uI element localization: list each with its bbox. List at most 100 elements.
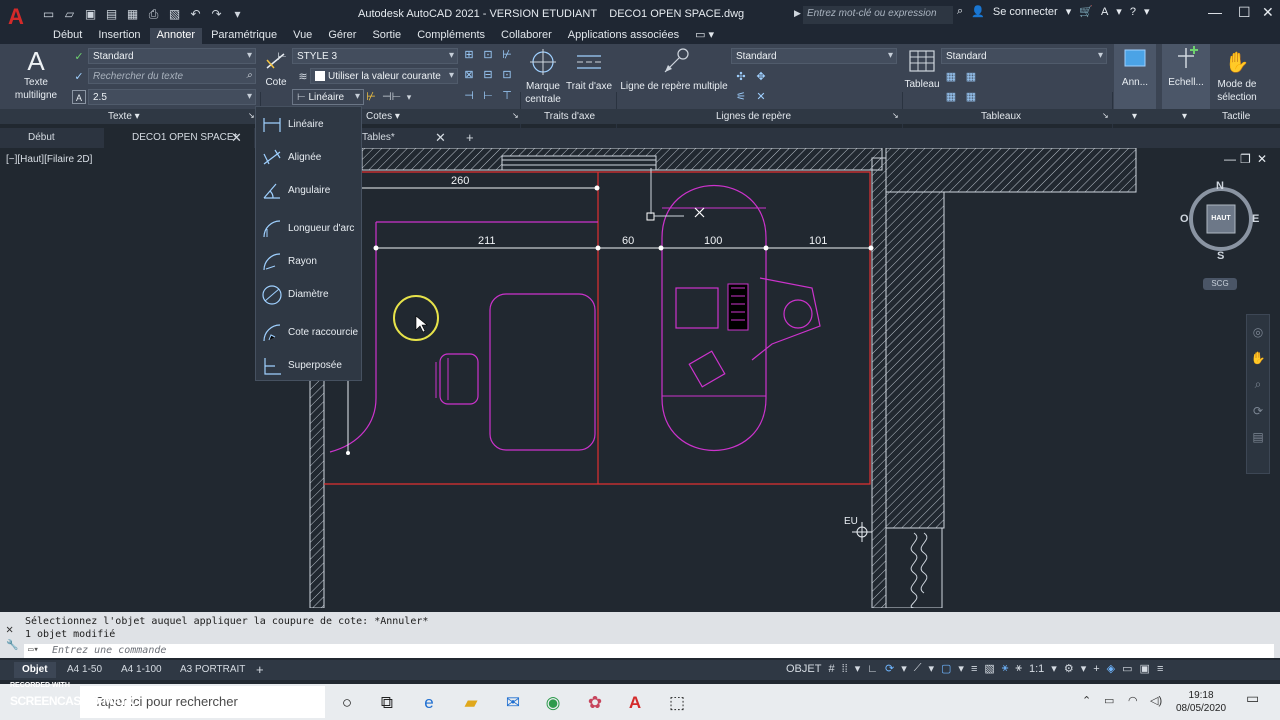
chevron-down-icon[interactable]: ▾: [1144, 5, 1150, 18]
steering-wheel-icon[interactable]: ◎: [1247, 325, 1269, 339]
dim-tool-9-icon[interactable]: ⊤: [500, 89, 514, 103]
panel-launcher-icon[interactable]: ↘: [1102, 111, 1109, 120]
new-file-icon[interactable]: ▭: [40, 6, 57, 23]
collect-leader-icon[interactable]: ✕: [754, 90, 768, 104]
navigation-bar[interactable]: ◎ ✋ ⌕ ⟳ ▤: [1246, 314, 1270, 474]
align-leader-icon[interactable]: ⚟: [734, 90, 748, 104]
panel-cotes[interactable]: Cotes ▾: [366, 111, 400, 122]
linear-dimension-split-button[interactable]: ⊢ Linéaire ▾: [292, 89, 364, 105]
chevron-down-icon[interactable]: ▾: [1051, 662, 1057, 675]
drawing-canvas[interactable]: [−][Haut][Filaire 2D] — ❐ ✕ 260 211 60 1…: [0, 148, 1280, 608]
notifications-icon[interactable]: ▭: [1246, 690, 1259, 707]
panel-launcher-icon[interactable]: ↘: [248, 111, 255, 120]
dimension-101[interactable]: 101: [809, 235, 827, 247]
tray-chevron-icon[interactable]: ⌃: [1082, 694, 1091, 707]
polar-icon[interactable]: ⟳: [885, 662, 894, 675]
ortho-icon[interactable]: ∟: [867, 663, 878, 675]
task-view-icon[interactable]: ⧉: [376, 692, 398, 714]
tab-applications-associees[interactable]: Applications associées: [561, 28, 686, 44]
menu-item-rayon[interactable]: Rayon: [256, 248, 363, 276]
isolate-icon[interactable]: ◈: [1107, 662, 1115, 675]
auto-scale-icon[interactable]: ⚹: [1015, 662, 1022, 675]
compass-east[interactable]: E: [1252, 213, 1259, 225]
search-icon[interactable]: ⌕: [957, 5, 963, 18]
ribbon-toggle-icon[interactable]: ▭ ▾: [688, 28, 721, 44]
minimize-icon[interactable]: —: [1208, 4, 1222, 20]
cortana-icon[interactable]: ○: [336, 692, 358, 714]
grid-icon[interactable]: #: [828, 663, 834, 675]
multiline-text-button[interactable]: A Texte multiligne: [10, 46, 62, 102]
chevron-down-icon[interactable]: ▾: [855, 662, 861, 675]
tab-model[interactable]: Objet: [14, 662, 56, 678]
table-button[interactable]: Tableau: [903, 48, 941, 91]
cart-icon[interactable]: 🛒: [1079, 5, 1093, 18]
chevron-down-icon[interactable]: ▾: [958, 662, 964, 675]
network-icon[interactable]: ▭: [1104, 694, 1114, 707]
open-file-icon[interactable]: ▱: [61, 6, 78, 23]
tab-gerer[interactable]: Gérer: [321, 28, 363, 44]
redo-icon[interactable]: ↷: [208, 6, 225, 23]
tab-debut[interactable]: Début: [46, 28, 89, 44]
continue-dimension-icon[interactable]: ⊣⊢: [382, 90, 401, 104]
annotation-scale[interactable]: 1:1: [1029, 663, 1044, 675]
tab-collaborer[interactable]: Collaborer: [494, 28, 559, 44]
snap-icon[interactable]: ⁞⁞: [842, 663, 848, 675]
plus-icon[interactable]: +: [1093, 663, 1099, 675]
chevron-down-icon[interactable]: ▾: [402, 90, 416, 104]
autocad-logo-icon[interactable]: A: [8, 4, 24, 30]
command-input[interactable]: Entrez une commande: [24, 644, 1274, 658]
wcs-menu[interactable]: SCG: [1203, 278, 1237, 290]
pan-icon[interactable]: ✋: [1247, 351, 1269, 365]
edge-icon[interactable]: e: [418, 692, 440, 714]
lineweight-icon[interactable]: ≡: [971, 663, 977, 675]
chevron-down-icon[interactable]: ▾: [1182, 111, 1187, 122]
dim-tool-2-icon[interactable]: ⊡: [481, 48, 495, 62]
mail-icon[interactable]: ✉: [502, 692, 524, 714]
web-open-icon[interactable]: ▧: [166, 6, 183, 23]
tab-complements[interactable]: Compléments: [410, 28, 492, 44]
dim-tool-5-icon[interactable]: ⊟: [481, 68, 495, 82]
add-leader-icon[interactable]: ✣: [734, 70, 748, 84]
quick-dimension-icon[interactable]: ⊬: [364, 90, 378, 104]
tab-layout-a4-1-100[interactable]: A4 1-100: [121, 662, 162, 678]
compass-south[interactable]: S: [1217, 250, 1224, 262]
save-as-icon[interactable]: ▤: [103, 6, 120, 23]
qat-dropdown-icon[interactable]: ▾: [229, 6, 246, 23]
annotation-visibility-icon[interactable]: ⚹: [1002, 662, 1009, 675]
scale-button[interactable]: Echell...: [1162, 44, 1210, 110]
tab-layout-a3-portrait[interactable]: A3 PORTRAIT: [180, 662, 245, 678]
save-icon[interactable]: ▣: [82, 6, 99, 23]
gear-icon[interactable]: ⚙: [1064, 662, 1074, 675]
autodesk-a360-icon[interactable]: A: [1101, 6, 1108, 18]
chevron-down-icon[interactable]: ▾: [1081, 662, 1087, 675]
compass-west[interactable]: O: [1180, 213, 1189, 225]
menu-item-lineaire[interactable]: Linéaire: [256, 111, 363, 139]
centerline-button[interactable]: Trait d'axe: [566, 48, 612, 93]
menu-item-cote-raccourcie[interactable]: Cote raccourcie: [256, 319, 363, 347]
dim-tool-4-icon[interactable]: ⊠: [462, 68, 476, 82]
autocad-taskbar-icon[interactable]: A: [624, 692, 646, 714]
table-tool-1-icon[interactable]: ▦: [944, 70, 958, 84]
chevron-down-icon[interactable]: ▾: [1066, 5, 1072, 18]
tab-vue[interactable]: Vue: [286, 28, 319, 44]
tab-annoter[interactable]: Annoter: [149, 28, 203, 44]
search-expand-icon[interactable]: ▶: [794, 8, 801, 19]
tab-insertion[interactable]: Insertion: [91, 28, 147, 44]
dim-tool-1-icon[interactable]: ⊞: [462, 48, 476, 62]
dimension-layer-select[interactable]: Utiliser la valeur courante ▾: [310, 68, 458, 84]
dimension-211[interactable]: 211: [478, 235, 496, 247]
multileader-button[interactable]: Ligne de repère multiple: [618, 48, 730, 93]
dimension-style-select[interactable]: STYLE 3 ▾: [292, 48, 458, 64]
file-explorer-icon[interactable]: ▰: [460, 692, 482, 714]
web-mobile-icon[interactable]: ▦: [124, 6, 141, 23]
maximize-icon[interactable]: ☐: [1238, 4, 1251, 21]
text-height-select[interactable]: 2.5 ▾: [88, 89, 256, 105]
menu-item-superposee[interactable]: Superposée: [256, 352, 363, 380]
wrench-icon[interactable]: 🔧: [6, 640, 18, 651]
help-icon[interactable]: ?: [1130, 6, 1136, 18]
table-tool-4-icon[interactable]: ▦: [964, 90, 978, 104]
user-icon[interactable]: 👤: [971, 5, 985, 18]
compass-north[interactable]: N: [1216, 180, 1224, 192]
tab-parametrique[interactable]: Paramétrique: [204, 28, 284, 44]
table-tool-2-icon[interactable]: ▦: [964, 70, 978, 84]
